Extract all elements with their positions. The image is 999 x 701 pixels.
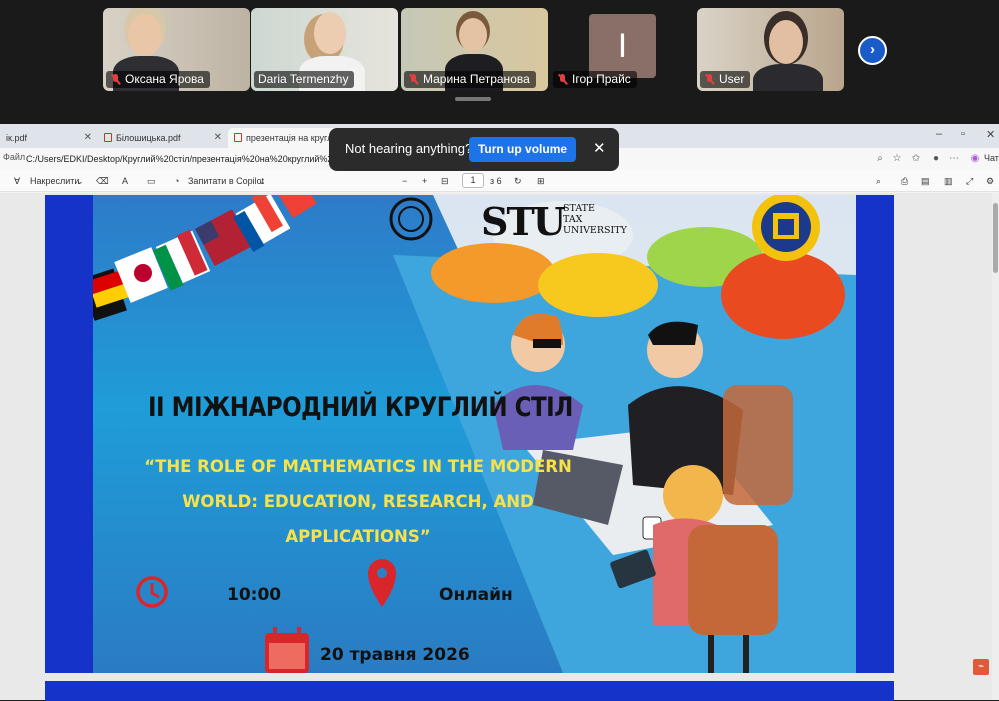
- settings-icon[interactable]: ⚙: [986, 174, 994, 188]
- favorites-list-icon[interactable]: ✩: [910, 153, 922, 165]
- event-date: 20 травня 2026: [320, 645, 470, 665]
- mic-off-icon: [408, 74, 419, 85]
- close-window-icon[interactable]: ✕: [986, 128, 995, 141]
- participant-name: Daria Termenzhy: [258, 72, 349, 86]
- scrollbar-thumb[interactable]: [993, 203, 998, 273]
- tab[interactable]: ік.pdf ✕: [0, 128, 96, 148]
- page-number-input[interactable]: 1: [462, 173, 484, 188]
- event-place: Онлайн: [439, 585, 513, 605]
- tab[interactable]: Білошицька.pdf ✕: [98, 128, 226, 148]
- close-icon[interactable]: ✕: [84, 128, 92, 148]
- fullscreen-icon[interactable]: ⤢: [966, 174, 973, 188]
- draw-button[interactable]: Накреслити: [30, 174, 79, 188]
- print-icon[interactable]: ⎙: [901, 174, 908, 188]
- tab-label: ік.pdf: [6, 133, 27, 143]
- location-pin-icon: [368, 559, 396, 607]
- avatar: І: [589, 14, 656, 78]
- pdf-app-icon[interactable]: ⌁: [973, 659, 989, 675]
- next-participants-button[interactable]: ›: [858, 36, 887, 65]
- zoom-out-icon[interactable]: −: [402, 174, 407, 188]
- name-tag: Марина Петранова: [404, 71, 536, 88]
- participant-face: [769, 20, 803, 64]
- pdf-icon: [104, 133, 112, 142]
- maximize-icon[interactable]: ▫: [961, 128, 965, 140]
- university-logo-subtitle: STATE TAX UNIVERSITY: [563, 203, 627, 236]
- vertical-scrollbar[interactable]: [992, 193, 999, 700]
- search-icon[interactable]: ⌕: [876, 174, 881, 188]
- flags-garland: [93, 195, 317, 321]
- dropdown-chevron-icon[interactable]: ⌄: [258, 174, 266, 188]
- slide-background: STU STATE TAX UNIVERSITY II МІЖНАРОДНИЙ …: [93, 195, 856, 673]
- mic-off-icon: [110, 74, 121, 85]
- participant-name: Ігор Прайс: [572, 72, 631, 86]
- tab-label: Білошицька.pdf: [116, 133, 181, 143]
- participant-name: Оксана Ярова: [125, 72, 204, 86]
- save-as-icon[interactable]: ▥: [944, 174, 953, 188]
- reading-view-icon[interactable]: ▭: [147, 174, 156, 188]
- pdf-viewport[interactable]: STU STATE TAX UNIVERSITY II МІЖНАРОДНИЙ …: [0, 193, 999, 701]
- strip-scroll-indicator[interactable]: [455, 97, 491, 101]
- event-heading: II МІЖНАРОДНИЙ КРУГЛИЙ СТІЛ: [148, 393, 573, 423]
- toast-message: Not hearing anything?: [345, 141, 473, 156]
- ask-copilot-button[interactable]: Запитати в Copilot: [188, 174, 264, 188]
- copilot-icon[interactable]: ◉: [969, 153, 981, 165]
- university-emblem: [389, 197, 433, 241]
- rotate-icon[interactable]: ↻: [514, 174, 522, 188]
- favorite-icon[interactable]: ☆: [891, 153, 903, 165]
- turn-up-volume-button[interactable]: Turn up volume: [469, 137, 576, 162]
- fit-page-icon[interactable]: ⊟: [441, 174, 449, 188]
- browser-window: ік.pdf ✕ Білошицька.pdf ✕ презентація на к…: [0, 124, 999, 701]
- event-time: 10:00: [227, 585, 282, 605]
- name-tag: Daria Termenzhy: [254, 71, 355, 88]
- participant-name: User: [719, 72, 745, 86]
- close-icon[interactable]: ✕: [593, 139, 606, 157]
- participant-face: [459, 18, 487, 52]
- more-icon[interactable]: ⋯: [948, 153, 960, 165]
- zoom-in-icon[interactable]: +: [422, 174, 427, 188]
- chat-label[interactable]: Чат: [984, 153, 999, 163]
- page-total: з 6: [490, 176, 502, 186]
- profile-icon[interactable]: ●: [930, 153, 942, 165]
- pdf-icon: [234, 133, 242, 142]
- participant-tile[interactable]: Марина Петранова: [401, 8, 548, 91]
- audio-toast: Not hearing anything? Turn up volume ✕: [329, 128, 619, 171]
- minimize-icon[interactable]: –: [936, 128, 942, 140]
- participant-name: Марина Петранова: [423, 72, 530, 86]
- logo-sub-line: UNIVERSITY: [563, 225, 627, 236]
- name-tag: Ігор Прайс: [553, 71, 637, 88]
- read-aloud-icon[interactable]: A: [122, 174, 128, 188]
- participant-tile-active-speaker[interactable]: Daria Termenzhy: [251, 8, 398, 91]
- eraser-icon[interactable]: ⌫: [96, 174, 109, 188]
- participant-tile[interactable]: User: [697, 8, 844, 91]
- page-view-icon[interactable]: ⊞: [537, 174, 545, 188]
- mic-off-icon: [557, 74, 568, 85]
- participant-tile[interactable]: Оксана Ярова: [103, 8, 250, 91]
- participant-tile[interactable]: І Ігор Прайс: [550, 8, 697, 91]
- logo-sub-line: STATE: [563, 203, 595, 214]
- pdf-toolbar: ∀ Накреслити ⌄ ⌫ A ▭ ◔ Запитати в Copilo…: [0, 170, 999, 192]
- name-tag: Оксана Ярова: [106, 71, 210, 88]
- dropdown-chevron-icon[interactable]: ⌄: [76, 174, 84, 188]
- save-icon[interactable]: ▤: [921, 174, 930, 188]
- name-tag: User: [700, 71, 751, 88]
- next-slide-page: [45, 681, 894, 701]
- logo-sub-line: TAX: [563, 214, 583, 225]
- event-title: “THE ROLE OF MATHEMATICS IN THE MODERN W…: [144, 457, 572, 546]
- draw-icon[interactable]: ∀: [14, 174, 20, 188]
- zoom-icon[interactable]: ⌕: [874, 153, 886, 165]
- participant-body: [753, 64, 823, 91]
- video-strip: Оксана Ярова Daria Termenzhy Марина Петр…: [0, 0, 999, 124]
- mic-off-icon: [704, 74, 715, 85]
- participant-face: [128, 14, 162, 56]
- close-icon[interactable]: ✕: [214, 128, 222, 148]
- copilot-chat-icon[interactable]: ◔: [174, 174, 179, 188]
- participant-face: [314, 12, 346, 54]
- slide-page: STU STATE TAX UNIVERSITY II МІЖНАРОДНИЙ …: [45, 195, 894, 673]
- university-logo-text: STU: [481, 199, 566, 244]
